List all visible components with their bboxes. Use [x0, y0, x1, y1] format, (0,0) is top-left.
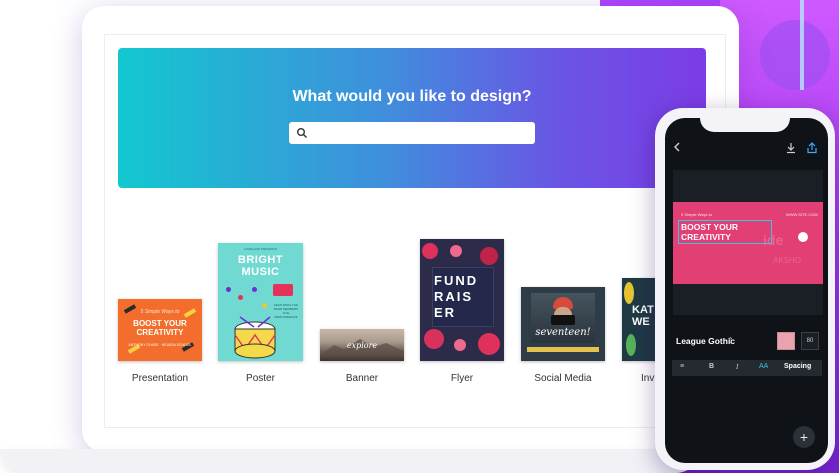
search-input[interactable]	[311, 122, 535, 146]
preview-subtitle: 5 Simple Ways to	[140, 309, 180, 315]
font-dropdown-arrow-icon[interactable]: ⇕	[727, 336, 734, 345]
color-swatch[interactable]	[777, 332, 795, 350]
template-label-poster[interactable]: Poster	[218, 373, 303, 384]
flower-decoration	[478, 333, 500, 355]
search-bar[interactable]	[289, 122, 535, 146]
music-note-icon	[252, 287, 257, 292]
download-icon[interactable]	[785, 142, 797, 154]
design-background-text: AKSHO	[773, 256, 802, 265]
background-stripe	[800, 0, 804, 90]
leaf-decoration	[626, 334, 636, 356]
italic-button[interactable]: I	[736, 363, 738, 371]
share-icon[interactable]	[806, 142, 818, 154]
preview-title: seventeen!	[535, 327, 591, 338]
preview-caption-bar	[527, 347, 599, 352]
bold-button[interactable]: B	[709, 363, 714, 370]
design-headline[interactable]: BOOST YOUR CREATIVITY	[681, 222, 738, 242]
preview-title: BOOST YOUR CREATIVITY	[133, 319, 187, 337]
music-note-icon	[262, 303, 267, 308]
add-button[interactable]: +	[793, 426, 815, 448]
hero-title: What would you like to design?	[292, 88, 532, 105]
leaf-decoration	[624, 282, 634, 304]
search-icon	[297, 128, 307, 138]
template-label-presentation[interactable]: Presentation	[118, 373, 202, 384]
flower-decoration	[454, 339, 466, 351]
template-card-poster[interactable]: LOVELAND PRESENTS BRIGHT MUSIC FEATURING…	[218, 243, 303, 361]
phone-notch	[700, 116, 790, 132]
date-badge	[273, 284, 293, 296]
chevron-left-icon[interactable]	[673, 142, 681, 152]
laptop-base	[0, 449, 700, 473]
phone-design-preview[interactable]: 5 Simple Ways to WWW.SITE.COM ide AKSHO …	[673, 202, 823, 284]
preview-title: FUND RAIS ER	[434, 273, 479, 320]
template-label-social-media[interactable]: Social Media	[521, 373, 605, 384]
background-plant	[760, 20, 830, 90]
flower-decoration	[450, 245, 462, 257]
design-headline-line-2: CREATIVITY	[681, 232, 731, 242]
flower-decoration	[480, 247, 498, 265]
template-card-social-media[interactable]: seventeen!	[521, 287, 605, 361]
template-card-banner[interactable]: explore	[320, 329, 404, 361]
camera-illustration	[551, 315, 575, 325]
design-headline-line-1: BOOST YOUR	[681, 222, 738, 232]
template-card-flyer[interactable]: FUND RAIS ER	[420, 239, 504, 361]
template-label-banner[interactable]: Banner	[320, 373, 404, 384]
template-label-flyer[interactable]: Flyer	[420, 373, 504, 384]
design-url: WWW.SITE.COM	[786, 212, 818, 217]
preview-title: explore	[346, 341, 378, 350]
template-card-presentation[interactable]: 5 Simple Ways to BOOST YOUR CREATIVITY A…	[118, 299, 202, 361]
music-note-icon	[226, 287, 231, 292]
preview-title: BRIGHT MUSIC	[237, 254, 284, 278]
preview-presenter: LOVELAND PRESENTS	[243, 247, 277, 251]
hero-banner: What would you like to design?	[118, 48, 706, 188]
design-subtitle: 5 Simple Ways to	[681, 212, 712, 217]
flower-decoration	[424, 329, 444, 349]
drum-illustration	[234, 316, 276, 359]
font-size-field[interactable]: 80	[801, 332, 819, 350]
uppercase-button[interactable]: AA	[759, 363, 768, 370]
flower-decoration	[422, 243, 438, 259]
music-note-icon	[238, 295, 243, 300]
spacing-button[interactable]: Spacing	[784, 363, 811, 370]
align-icon[interactable]: ≡	[680, 363, 684, 370]
preview-footer: ANTHONY CHASE · NEVADA SCHOOL	[128, 343, 192, 347]
design-logo-dot	[798, 232, 808, 242]
